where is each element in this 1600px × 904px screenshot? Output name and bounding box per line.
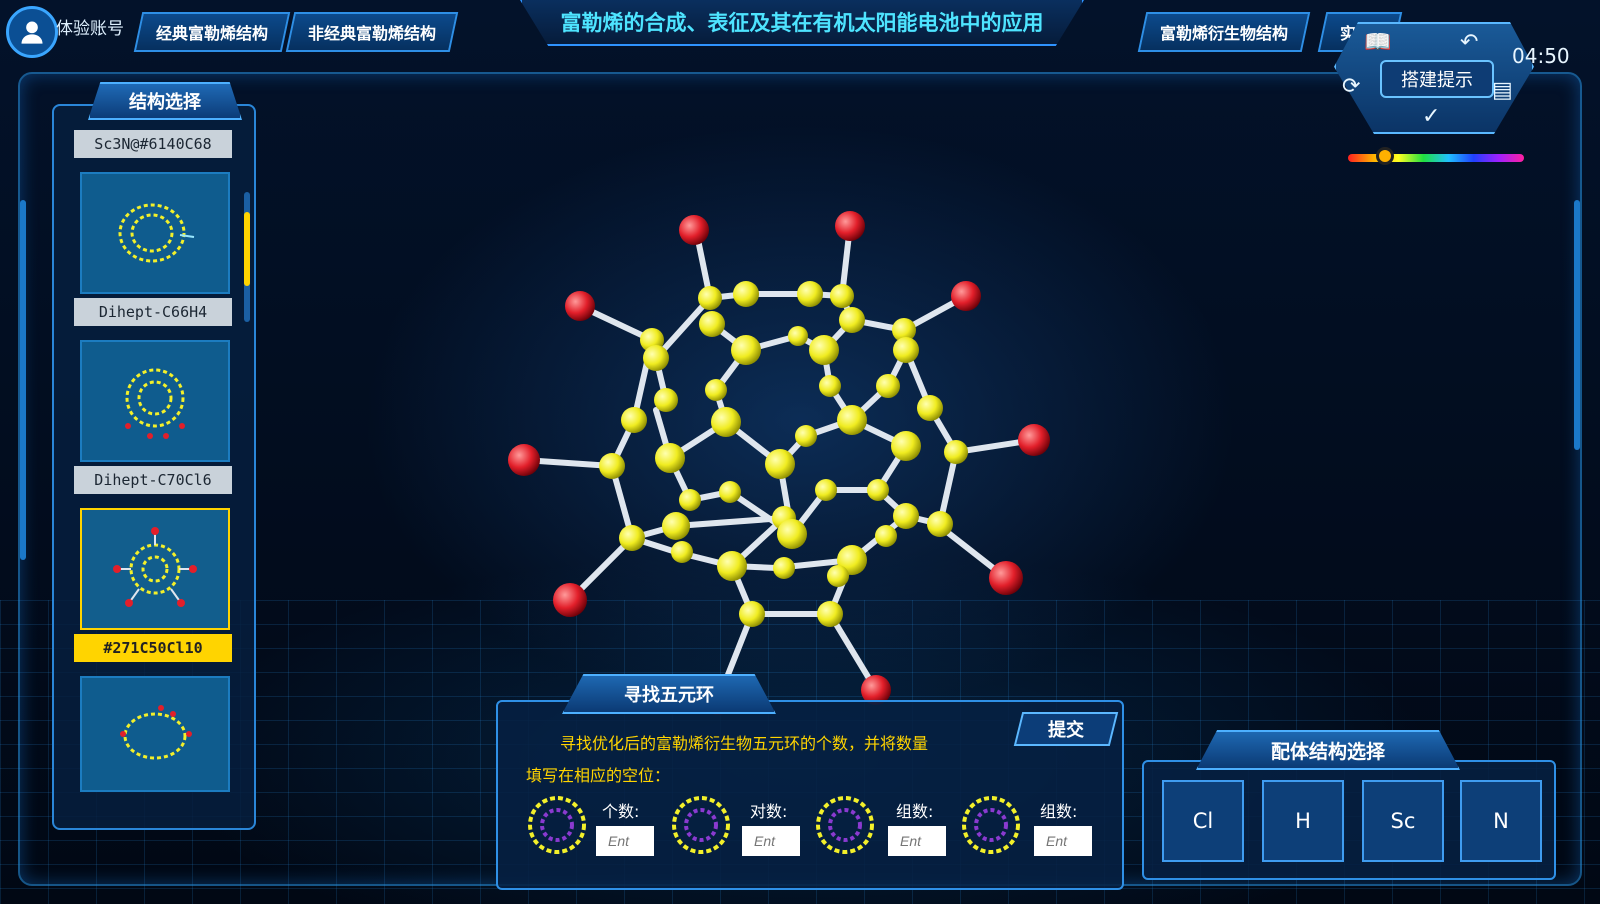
build-hint-button[interactable]: 搭建提示: [1380, 60, 1494, 98]
slot-label: 个数:: [602, 802, 640, 821]
page-title: 富勒烯的合成、表征及其在有机太阳能电池中的应用: [520, 0, 1084, 46]
slot-label: 对数:: [750, 802, 788, 821]
user-avatar[interactable]: [6, 6, 58, 58]
carbon-atoms: [599, 281, 968, 627]
tab-label: 经典富勒烯结构: [156, 24, 269, 43]
right-edge-bar: [1574, 200, 1580, 450]
count-input-3[interactable]: [888, 826, 946, 856]
structure-thumb-4[interactable]: [80, 676, 230, 792]
tab-fullerene-derivative[interactable]: 富勒烯衍生物结构: [1137, 12, 1311, 52]
submit-label: 提交: [1048, 720, 1084, 741]
color-slider-knob[interactable]: [1376, 147, 1394, 165]
fullerene-icon: [120, 705, 192, 760]
check-icon[interactable]: ✓: [1422, 104, 1440, 129]
structure-item-label[interactable]: Dihept-C70Cl6: [74, 466, 232, 494]
ligand-panel-title: 配体结构选择: [1196, 730, 1460, 770]
build-hint-panel: 📖 ↶ ⟳ ▤ ✓ 搭建提示: [1334, 22, 1534, 134]
fullerene-cage-icon: [528, 796, 586, 854]
slot-label: 组数:: [1040, 802, 1078, 821]
task-instruction-2: 填写在相应的空位：: [526, 766, 671, 785]
fullerene-cage-icon: [672, 796, 730, 854]
ligand-button-cl[interactable]: Cl: [1162, 780, 1244, 862]
slot-label: 组数:: [896, 802, 934, 821]
structure-panel-title: 结构选择: [88, 82, 242, 120]
user-icon: [21, 21, 43, 44]
tab-classic-fullerene[interactable]: 经典富勒烯结构: [133, 12, 291, 52]
fullerene-icon: [125, 368, 185, 439]
structure-thumb-1[interactable]: [80, 172, 230, 294]
fullerene-icon: [118, 203, 195, 263]
fullerene-cage-icon: [962, 796, 1020, 854]
count-input-4[interactable]: [1034, 826, 1092, 856]
book-icon[interactable]: 📖: [1364, 30, 1391, 55]
tab-label: 富勒烯衍生物结构: [1160, 24, 1289, 43]
countdown-timer: 04:50: [1512, 44, 1570, 68]
count-input-2[interactable]: [742, 826, 800, 856]
fullerene-cage-icon: [816, 796, 874, 854]
fullerene-icon: [113, 527, 197, 607]
structure-item-label-selected[interactable]: #271C50Cl10: [74, 634, 232, 662]
structure-list-scroll-thumb[interactable]: [244, 212, 250, 286]
ligand-button-sc[interactable]: Sc: [1362, 780, 1444, 862]
ligand-button-n[interactable]: N: [1460, 780, 1542, 862]
task-tab-title: 寻找五元环: [562, 674, 776, 714]
ligand-button-h[interactable]: H: [1262, 780, 1344, 862]
chart-icon[interactable]: ▤: [1492, 78, 1513, 103]
structure-thumb-3-selected[interactable]: [80, 508, 230, 630]
rotate-icon[interactable]: ⟳: [1342, 74, 1360, 99]
molecule-viewer[interactable]: [500, 190, 1100, 730]
count-input-1[interactable]: [596, 826, 654, 856]
color-slider-track[interactable]: [1348, 154, 1524, 162]
left-edge-bar: [20, 200, 26, 560]
submit-button[interactable]: 提交: [1013, 712, 1119, 746]
structure-item-label[interactable]: Dihept-C66H4: [74, 298, 232, 326]
structure-thumb-2[interactable]: [80, 340, 230, 462]
task-instruction-1: 寻找优化后的富勒烯衍生物五元环的个数，并将数量: [560, 734, 929, 753]
undo-icon[interactable]: ↶: [1460, 30, 1478, 55]
tab-label: 非经典富勒烯结构: [308, 24, 437, 43]
structure-item-label[interactable]: Sc3N@#6140C68: [74, 130, 232, 158]
account-label[interactable]: 体验账号: [56, 14, 124, 39]
tab-nonclassic-fullerene[interactable]: 非经典富勒烯结构: [285, 12, 459, 52]
